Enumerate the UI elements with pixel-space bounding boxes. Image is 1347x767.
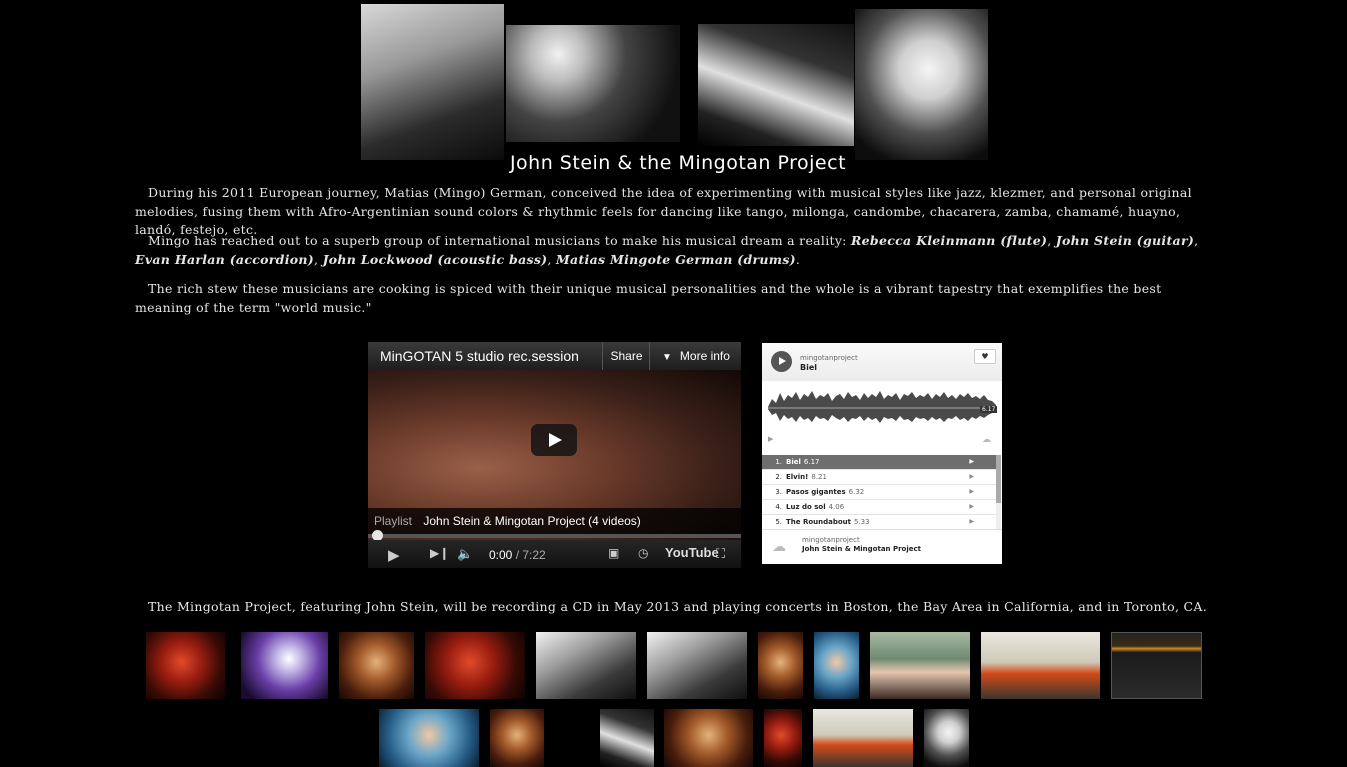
soundcloud-track-time: 6.17 — [980, 406, 998, 413]
gallery-thumbnail[interactable] — [813, 709, 913, 767]
soundcloud-logo-icon[interactable]: ☁ — [772, 539, 786, 555]
soundcloud-user[interactable]: mingotanproject — [800, 354, 858, 362]
current-time: 0:00 — [489, 548, 513, 562]
track-title: The Roundabout — [786, 518, 851, 526]
soundcloud-player[interactable]: mingotanproject Biel ♥ 6.17 ▶ ☁ 1. Biel 6.… — [762, 343, 1002, 564]
play-icon[interactable]: ▶ — [969, 515, 974, 529]
header-photo-bassist — [698, 24, 854, 146]
playlist-bar[interactable]: Playlist John Stein & Mingotan Project (… — [368, 508, 741, 534]
track-duration: 6.32 — [848, 488, 865, 496]
video-duration: / 7:22 — [515, 548, 546, 562]
soundcloud-track-title[interactable]: Biel — [800, 363, 817, 372]
play-overlay-button[interactable] — [531, 424, 577, 456]
track-duration: 4.06 — [828, 503, 845, 511]
video-time: 0:00 / 7:22 — [489, 548, 546, 562]
footer-set-title[interactable]: John Stein & Mingotan Project — [802, 545, 921, 553]
gallery-thumbnail[interactable] — [814, 632, 859, 699]
play-icon[interactable]: ▶ — [969, 500, 974, 514]
play-icon[interactable]: ▶ — [969, 470, 974, 484]
track-duration: 8.21 — [811, 473, 827, 481]
small-play-icon[interactable]: ▶ — [768, 435, 773, 443]
gallery-thumbnail[interactable] — [241, 632, 328, 699]
closing-paragraph: The Mingotan Project, featuring John Ste… — [148, 599, 1207, 614]
track-row[interactable]: 1. Biel 6.17 ▶ — [762, 455, 996, 470]
play-icon[interactable]: ▶ — [969, 485, 974, 499]
video-controls: ▶ ▶❙ 🔈 0:00 / 7:22 ▣ ◷ YouTube ⛶ — [368, 540, 741, 568]
musician-2: John Stein (guitar) — [1055, 233, 1195, 248]
video-progress-bar[interactable] — [368, 534, 741, 538]
gallery-thumbnail[interactable] — [490, 709, 544, 767]
gallery-thumbnail[interactable] — [870, 632, 970, 699]
track-number: 4. — [775, 503, 782, 511]
playlist-icon[interactable]: ▣ — [608, 546, 619, 560]
gallery-thumbnail[interactable] — [339, 632, 414, 699]
gallery-thumbnail[interactable] — [600, 709, 654, 767]
musician-3: Evan Harlan (accordion) — [135, 251, 315, 267]
chevron-down-icon: ▼ — [662, 352, 672, 363]
gallery-thumbnail[interactable] — [536, 632, 636, 699]
tracklist-scrollbar[interactable] — [996, 455, 1001, 529]
track-number: 2. — [775, 473, 782, 481]
track-title: Luz do sol — [786, 503, 826, 511]
heart-icon[interactable]: ♥ — [974, 349, 996, 364]
next-icon[interactable]: ▶❙ — [430, 546, 449, 560]
track-number: 5. — [775, 518, 782, 526]
watch-later-icon[interactable]: ◷ — [638, 546, 648, 560]
track-row[interactable]: 5. The Roundabout 5.33 ▶ — [762, 515, 996, 530]
track-duration: 5.33 — [854, 518, 870, 526]
footer-user[interactable]: mingotanproject — [802, 536, 860, 544]
video-topbar: MinGOTAN 5 studio rec.session Share ▼ Mor… — [368, 342, 741, 370]
play-icon[interactable]: ▶ — [969, 455, 974, 469]
gallery-thumbnail[interactable] — [981, 632, 1100, 699]
header-photo-percussionist — [855, 9, 988, 160]
gallery-thumbnail[interactable] — [664, 709, 753, 767]
soundcloud-waveform[interactable] — [768, 385, 996, 430]
gallery-thumbnail[interactable] — [764, 709, 802, 767]
soundcloud-logo-icon[interactable]: ☁ — [982, 435, 991, 445]
video-title[interactable]: MinGOTAN 5 studio rec.session — [380, 348, 602, 364]
site-title: John Stein & the Mingotan Project — [509, 152, 847, 174]
track-title: Elvin! — [786, 473, 809, 481]
intro-paragraph-2: Mingo has reached out to a superb group … — [135, 233, 1199, 267]
musician-5: Matias Mingote German (drums) — [555, 251, 796, 267]
gallery-thumbnail[interactable] — [647, 632, 747, 699]
gallery-thumbnail[interactable] — [1111, 632, 1202, 699]
track-duration: 6.17 — [803, 458, 820, 466]
intro-paragraph-2-text: Mingo has reached out to a superb group … — [148, 233, 851, 248]
musician-4: John Lockwood (acoustic bass) — [322, 251, 548, 267]
playlist-label: Playlist — [374, 514, 413, 528]
track-number: 3. — [775, 488, 782, 496]
musician-1: Rebecca Kleinmann (flute) — [850, 233, 1048, 248]
gallery-thumbnail[interactable] — [425, 632, 525, 699]
gallery-thumbnail[interactable] — [758, 632, 803, 699]
fullscreen-icon[interactable]: ⛶ — [716, 546, 725, 562]
intro-paragraph-3: The rich stew these musicians are cookin… — [135, 281, 1162, 315]
youtube-player[interactable]: MinGOTAN 5 studio rec.session Share ▼ Mor… — [368, 342, 741, 568]
playlist-name[interactable]: John Stein & Mingotan Project (4 videos) — [423, 514, 640, 528]
scrollbar-thumb[interactable] — [996, 455, 1001, 503]
soundcloud-header: mingotanproject Biel ♥ — [762, 343, 1002, 381]
soundcloud-footer: ☁ mingotanproject John Stein & Mingotan … — [762, 529, 1002, 564]
more-info-button[interactable]: ▼ More info — [649, 342, 741, 370]
track-number: 1. — [775, 458, 782, 466]
gallery-thumbnail[interactable] — [924, 709, 969, 767]
track-row[interactable]: 3. Pasos gigantes 6.32 ▶ — [762, 485, 996, 500]
header-photo-guitarist — [361, 4, 504, 160]
header-photo-drummer — [506, 25, 680, 142]
track-title: Biel — [786, 458, 801, 466]
share-button[interactable]: Share — [602, 342, 650, 370]
soundcloud-play-button[interactable] — [771, 351, 792, 372]
youtube-logo[interactable]: YouTube — [665, 545, 719, 560]
gallery-thumbnail[interactable] — [379, 709, 479, 767]
more-info-label: More info — [679, 349, 730, 363]
volume-icon[interactable]: 🔈 — [457, 546, 473, 562]
track-row[interactable]: 4. Luz do sol 4.06 ▶ — [762, 500, 996, 515]
soundcloud-tracklist: 1. Biel 6.17 ▶ 2. Elvin! 8.21 ▶ 3. Pasos gigant… — [762, 455, 996, 530]
gallery-thumbnail[interactable] — [146, 632, 225, 699]
track-title: Pasos gigantes — [786, 488, 846, 496]
play-icon[interactable]: ▶ — [388, 546, 400, 564]
track-row[interactable]: 2. Elvin! 8.21 ▶ — [762, 470, 996, 485]
